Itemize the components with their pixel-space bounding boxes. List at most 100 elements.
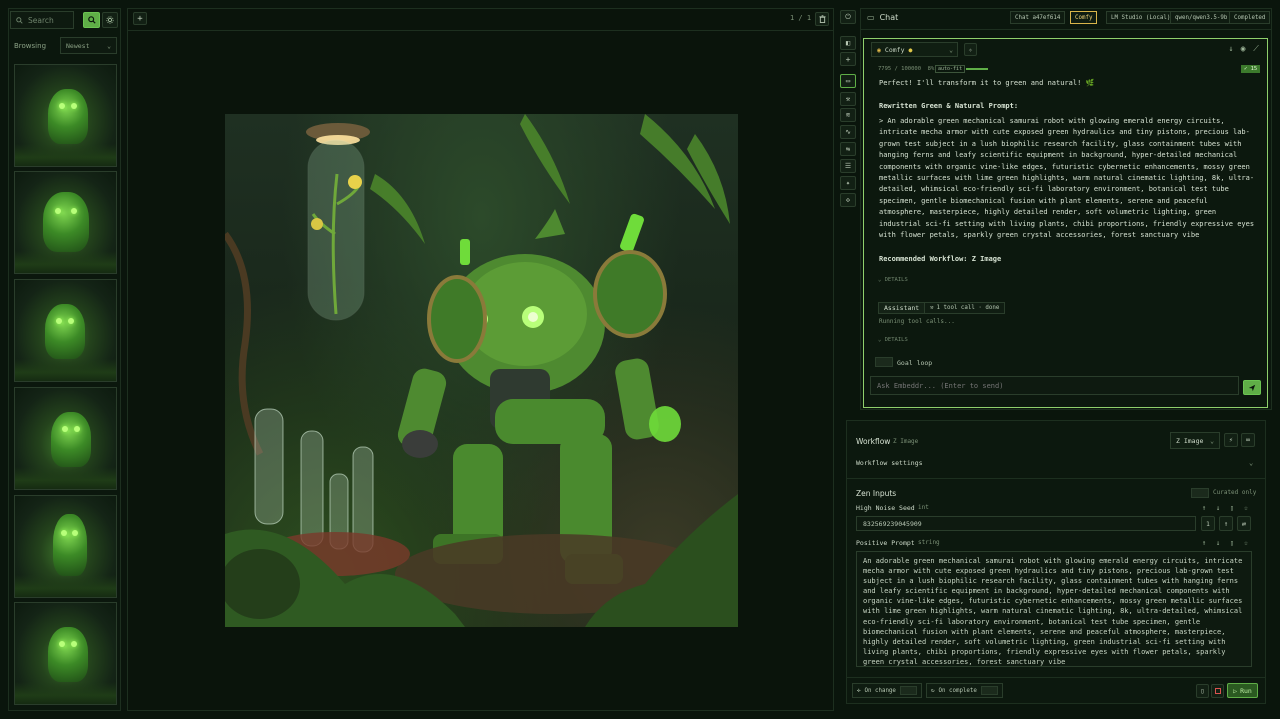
goal-loop-toggle[interactable] [875,357,893,367]
seed-input[interactable] [856,516,1196,531]
agent-select[interactable]: ◉ Comfy ● ⌄ [871,42,958,57]
new-chat-button[interactable]: + [840,52,856,66]
status-label: Completed [1234,14,1266,21]
pin-icon[interactable]: ⟋ [1251,44,1261,55]
seed-step-field[interactable]: 1 [1201,516,1215,531]
chat-tool-strip: ⏻ ◧ + ▭ ⚒ ≋ ∿ ⇆ ☰ ✦ ✣ [840,8,858,408]
search-field[interactable]: Search [10,11,74,29]
plus-icon: + [845,54,851,64]
footer-divider [847,677,1265,678]
chat-bubble-icon: ▭ [845,77,851,85]
eye-icon[interactable]: ◉ [1238,44,1248,55]
sliders-button[interactable]: ⇆ [840,142,856,156]
gallery-thumbnail[interactable] [14,64,117,167]
stop-button[interactable] [1211,684,1224,698]
token-count-value: 7795 / 100000 [878,66,922,72]
chat-id-chip[interactable]: Chat a47ef614 [1010,11,1066,24]
tool-call-badge[interactable]: ⚒ 1 tool call · done [924,302,1006,314]
seed-increment-button[interactable]: ↑ [1219,516,1233,531]
model-chip[interactable]: qwen/qwen3.5-9b [1170,11,1233,24]
trash-icon[interactable]: ▯ [1227,538,1237,548]
token-badge: ✓ 15 [1241,65,1261,73]
chevron-down-icon: ⌄ [1210,436,1214,445]
sort-value: Newest [66,41,90,50]
workflow-settings-toggle[interactable]: Workflow settings [856,459,923,467]
chat-bubble-icon: ▭ [867,13,875,22]
on-change-toggle[interactable] [899,686,917,695]
provider-label: LM Studio (Local) [1111,14,1171,21]
enhance-button[interactable]: ✧ [964,43,977,56]
on-change-control[interactable]: ✣ On change [852,683,922,698]
token-usage: 7795 / 100000 8% [878,66,934,72]
assistant-message-heading: Rewritten Green & Natural Prompt: [879,102,1019,110]
zen-inputs-title: Zen Inputs [856,489,897,498]
gallery-thumbnail[interactable] [14,602,117,705]
clear-button[interactable]: ▯ [1196,684,1209,698]
provider-chip[interactable]: LM Studio (Local) [1106,11,1176,24]
activity-icon: ∿ [845,128,851,136]
plugin-button[interactable]: ⏻ [840,10,856,24]
plus-icon: + [137,13,143,24]
gear-icon [106,16,114,24]
chevron-down-icon[interactable]: ⌄ [1249,459,1253,467]
trash-icon[interactable]: ▯ [1227,503,1237,513]
sliders-icon: ⇆ [845,145,851,153]
add-tab-button[interactable]: + [133,12,147,25]
panel-toggle-button[interactable]: ◧ [840,36,856,50]
status-chip: Completed [1229,11,1271,24]
arrow-down-icon[interactable]: ↓ [1213,538,1223,548]
seed-randomize-button[interactable]: ⇄ [1237,516,1251,531]
workflow-select[interactable]: Z Image ⌄ [1170,432,1220,449]
arrow-up-icon[interactable]: ↑ [1199,538,1209,548]
layers-button[interactable]: ≋ [840,108,856,122]
curated-only-toggle[interactable] [1191,488,1209,498]
tools-button[interactable]: ⚒ [840,92,856,106]
chat-header-divider [860,29,1272,30]
positive-prompt-textarea[interactable]: An adorable green mechanical samurai rob… [856,551,1252,667]
extensions-button[interactable]: ✣ [840,193,856,207]
activity-button[interactable]: ∿ [840,125,856,139]
workflow-link-button[interactable]: ∞ [1241,433,1255,447]
gallery-thumbnail[interactable] [14,171,117,274]
arrow-up-icon[interactable]: ↑ [1199,503,1209,513]
run-button[interactable]: ▷ Run [1227,683,1258,698]
arrow-down-icon[interactable]: ↓ [1213,503,1223,513]
positive-prompt-type: string [918,539,940,546]
seed-step-value: 1 [1206,519,1210,528]
on-complete-control[interactable]: ↻ On complete [926,683,1003,698]
details-toggle[interactable]: ⌄ DETAILS [878,337,908,343]
on-complete-toggle[interactable] [980,686,998,695]
gallery-thumbnail[interactable] [14,387,117,490]
search-button[interactable] [83,12,100,28]
chat-title: ▭ Chat [867,13,898,22]
star-icon[interactable]: ☆ [1241,538,1251,548]
agent-select-value: Comfy [884,45,905,54]
token-percent: 8% [927,66,935,72]
details-toggle[interactable]: ⌄ DETAILS [878,277,908,283]
download-icon[interactable]: ↓ [1226,44,1236,55]
settings-button[interactable] [102,12,118,28]
wrench-icon: ⚒ [930,305,934,311]
workflow-subtitle: Z Image [893,438,919,445]
gallery-thumbnail[interactable] [14,495,117,598]
chat-input[interactable] [870,376,1239,395]
magic-wand-button[interactable]: ✦ [840,176,856,190]
sort-select[interactable]: Newest ⌄ [60,37,117,54]
generated-image[interactable] [225,114,738,627]
storage-button[interactable]: ☰ [840,159,856,173]
details-label: DETAILS [884,337,908,343]
comfy-chip[interactable]: Comfy [1070,11,1098,24]
delete-image-button[interactable] [815,12,829,26]
magic-wand-icon: ✦ [845,179,851,187]
tool-call-label: 1 tool call · done [936,305,1000,311]
star-icon[interactable]: ☆ [1241,503,1251,513]
chat-mode-button[interactable]: ▭ [840,74,856,88]
token-bar-fill [966,68,988,70]
send-button[interactable] [1243,380,1261,395]
database-icon: ☰ [844,162,852,170]
search-placeholder: Search [28,15,54,25]
workflow-action-button[interactable]: ⚡ [1224,433,1238,447]
gallery-thumbnail[interactable] [14,279,117,382]
chevron-down-icon: ⌄ [949,45,953,54]
chevron-down-icon: ⌄ [878,277,882,283]
